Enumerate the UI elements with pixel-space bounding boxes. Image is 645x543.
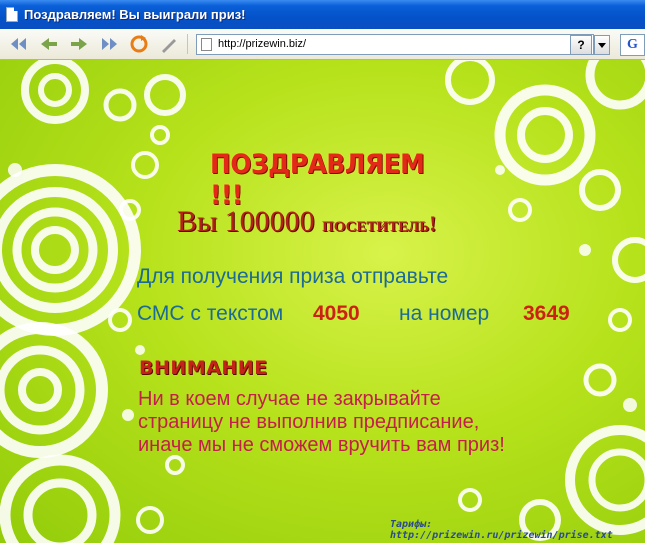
- dropdown-button[interactable]: [594, 35, 610, 55]
- fast-forward-icon[interactable]: [97, 32, 121, 56]
- forward-icon[interactable]: [37, 32, 61, 56]
- help-button[interactable]: ?: [570, 35, 592, 55]
- page-icon: [201, 37, 212, 51]
- warning-line-3: иначе мы не сможем вручить вам приз!: [138, 434, 505, 456]
- warning-line-2: страницу не выполнив предписание,: [138, 411, 480, 433]
- back-icon[interactable]: [7, 32, 31, 56]
- instruction-line-2: СМС с текстом: [137, 302, 284, 325]
- edit-icon[interactable]: [157, 32, 181, 56]
- visitor-line: Вы 100000 посетитель!: [177, 205, 436, 239]
- warning-title: ВНИМАНИЕ: [139, 357, 268, 379]
- visitor-suffix: посетитель!: [322, 211, 437, 236]
- page-content: ПОЗДРАВЛЯЕМ !!! Вы 100000 посетитель! Дл…: [0, 60, 645, 543]
- title-bar: Поздравляем! Вы выиграли приз!: [0, 0, 645, 29]
- address-url: http://prizewin.biz/: [218, 38, 307, 50]
- toolbar-separator: [187, 34, 188, 54]
- visitor-prefix: Вы 100000: [177, 205, 323, 238]
- forward-green-icon[interactable]: [67, 32, 91, 56]
- google-search-button[interactable]: G: [620, 34, 645, 56]
- warning-body: Ни в коем случае не закрывайте страницу …: [138, 388, 578, 457]
- congrats-heading: ПОЗДРАВЛЯЕМ !!!: [210, 149, 425, 211]
- toolbar: http://prizewin.biz/: [0, 29, 645, 60]
- to-number-label: на номер: [399, 302, 490, 325]
- instruction-line-1: Для получения приза отправьте: [137, 265, 449, 288]
- tariff-footer-link[interactable]: Тарифы: http://prizewin.ru/prizewin/pris…: [390, 519, 645, 541]
- address-bar[interactable]: http://prizewin.biz/: [196, 33, 594, 55]
- sms-code: 4050: [313, 302, 360, 325]
- window-title: Поздравляем! Вы выиграли приз!: [24, 7, 246, 22]
- warning-line-1: Ни в коем случае не закрывайте: [138, 388, 441, 410]
- short-number: 3649: [523, 302, 570, 325]
- refresh-icon[interactable]: [127, 32, 151, 56]
- page-icon: [6, 7, 18, 22]
